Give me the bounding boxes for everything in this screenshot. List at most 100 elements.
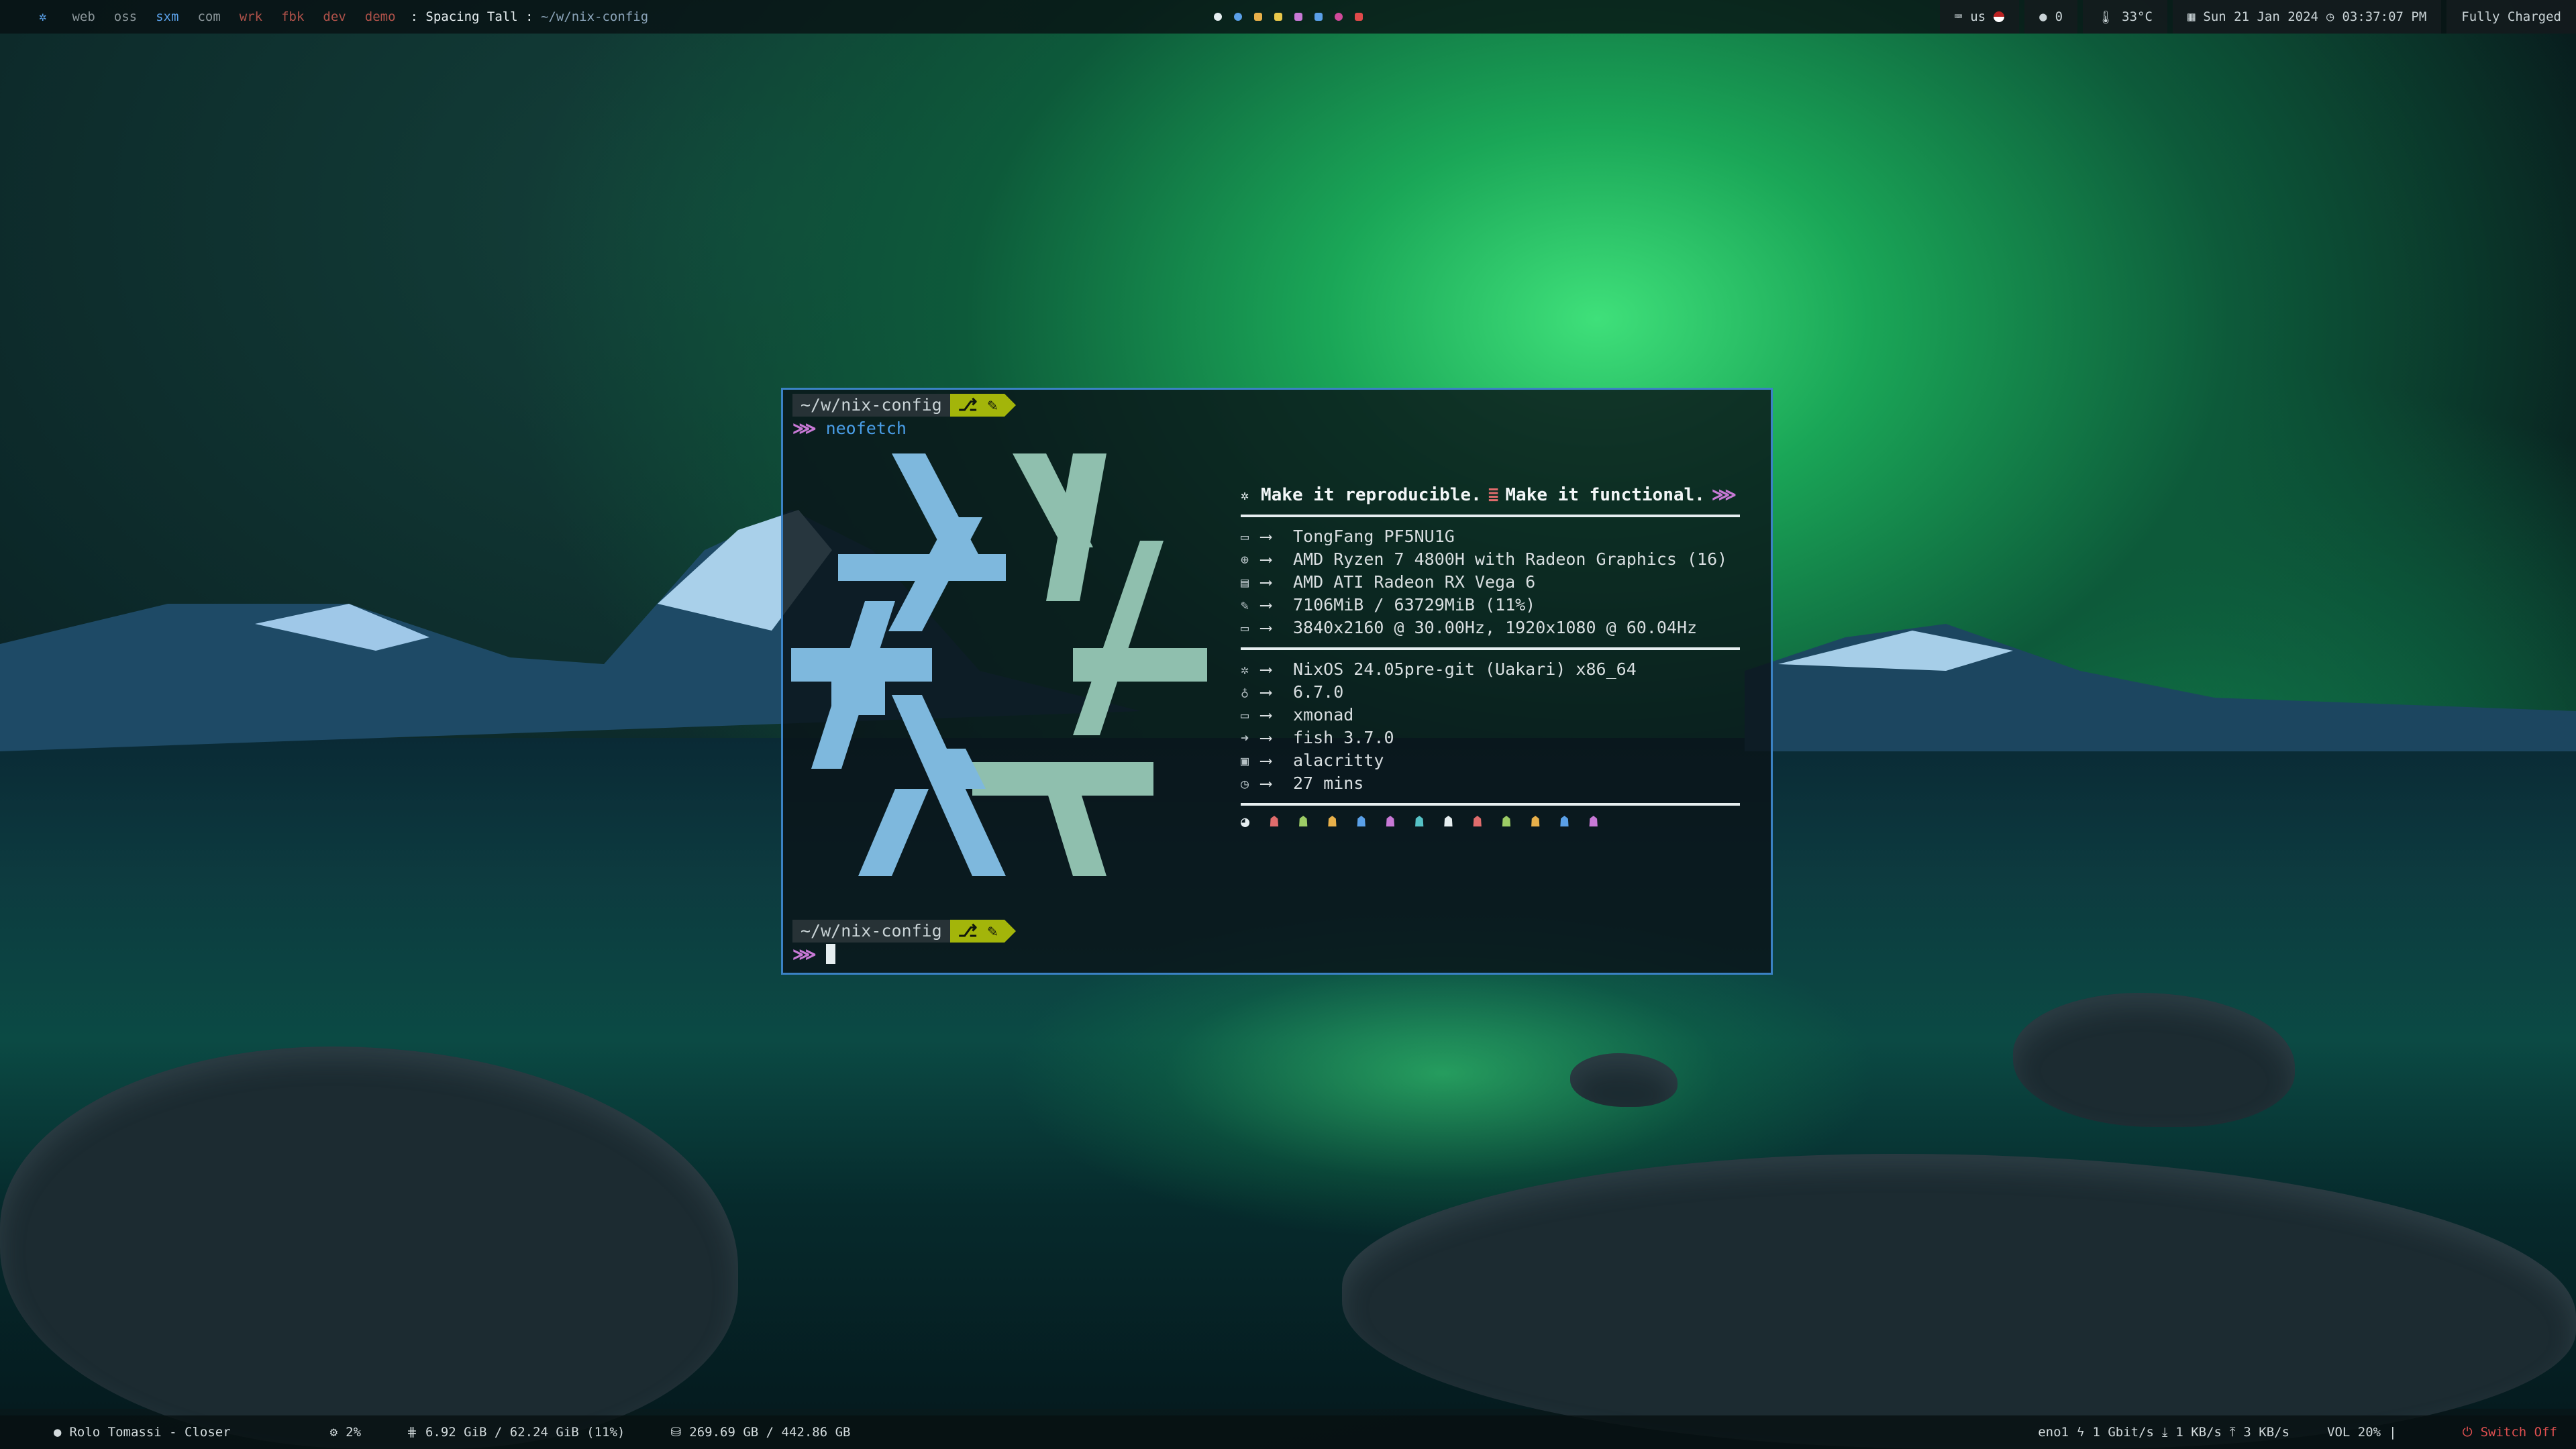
keyboard-icon: ⌨ — [1954, 9, 1963, 24]
command-line: ⋙ neofetch — [792, 417, 907, 439]
volume-widget[interactable]: VOL 20% | — [2308, 1425, 2416, 1440]
info-value: AMD Ryzen 7 4800H with Radeon Graphics (… — [1293, 549, 1728, 569]
memory-icon: ✎ — [1241, 597, 1249, 613]
download-icon: ⤓ — [2161, 1425, 2168, 1440]
ghost-icon: ☗ — [1357, 814, 1366, 830]
network-widget[interactable]: eno1 ϟ 1 Gbit/s ⤓ 1 KB/s ⤒ 3 KB/s — [2019, 1425, 2308, 1440]
command-text: neofetch — [825, 418, 907, 438]
info-value: fish 3.7.0 — [1293, 728, 1394, 747]
arrow-icon: ⟶ — [1261, 527, 1272, 546]
os-icon: ✲ — [1241, 661, 1249, 678]
info-row: ✎ ⟶ 7106MiB / 63729MiB (11%) — [1241, 594, 1751, 616]
tray-icon[interactable] — [1354, 13, 1363, 21]
arrow-icon: ⟶ — [1261, 705, 1272, 724]
arrow-icon: ⟶ — [1261, 773, 1272, 793]
hardware-list: ▭ ⟶ TongFang PF5NU1G ⊕ ⟶ AMD Ryzen 7 4800H wi… — [1241, 525, 1751, 639]
memory-widget: ⋕ 6.92 GiB / 62.24 GiB (11%) — [407, 1425, 625, 1440]
music-icon: ● — [54, 1425, 62, 1440]
system-info: ✲ Make it reproducible. ≣ Make it functi… — [1241, 484, 1751, 830]
color-palette: ◕ ☗ ☗ ☗ ☗ ☗ ☗ ☗ ☗ ☗ ☗ ☗ ☗ — [1241, 814, 1751, 830]
info-value: 6.7.0 — [1293, 682, 1344, 702]
ghost-icon: ☗ — [1414, 814, 1424, 830]
tray-icon[interactable] — [1253, 13, 1262, 21]
ghost-icon: ☗ — [1298, 814, 1308, 830]
keyboard-layout[interactable]: ⌨ us — [1939, 0, 2020, 34]
separator-icon: ≣ — [1488, 485, 1499, 505]
kernel-icon: ♁ — [1241, 684, 1249, 700]
terminal-window[interactable]: ~/w/nix-config ⎇ ✎ ⋙ neofetch ✲ Make it … — [781, 388, 1773, 975]
clock-widget[interactable]: ▦ Sun 21 Jan 2024 ◷ 03:37:07 PM — [2172, 0, 2442, 34]
tray-icon[interactable] — [1274, 13, 1282, 21]
workspace-list: web oss sxm com wrk fbk dev demo — [56, 9, 405, 24]
software-list: ✲ ⟶ NixOS 24.05pre-git (Uakari) x86_64 ♁ ⟶ 6.… — [1241, 658, 1751, 795]
workspace-demo[interactable]: demo — [356, 9, 405, 24]
info-row: ▤ ⟶ AMD ATI Radeon RX Vega 6 — [1241, 571, 1751, 594]
workspace-com[interactable]: com — [188, 9, 229, 24]
info-row: ✲ ⟶ NixOS 24.05pre-git (Uakari) x86_64 — [1241, 658, 1751, 681]
git-branch-icon: ⎇ ✎ — [949, 394, 1016, 417]
arrow-icon: ⟶ — [1261, 595, 1272, 614]
info-row: ◷ ⟶ 27 mins — [1241, 772, 1751, 795]
info-value: 7106MiB / 63729MiB (11%) — [1293, 595, 1536, 614]
calendar-icon: ▦ — [2187, 9, 2196, 24]
workspace-web[interactable]: web — [62, 9, 104, 24]
ghost-icon: ☗ — [1589, 814, 1598, 830]
info-value: AMD ATI Radeon RX Vega 6 — [1293, 572, 1536, 592]
tray-icon[interactable] — [1233, 13, 1242, 21]
tray-icon[interactable] — [1294, 13, 1302, 21]
prompt-path: ~/w/nix-config — [792, 920, 950, 943]
arrow-icon: ⟶ — [1261, 751, 1272, 770]
info-row: ▭ ⟶ TongFang PF5NU1G — [1241, 525, 1751, 548]
tray-icon[interactable] — [1213, 13, 1222, 21]
git-branch-icon: ⎇ ✎ — [949, 920, 1016, 943]
lightning-icon: ϟ — [2076, 1425, 2085, 1440]
power-button[interactable]: ⏻ Switch Off — [2416, 1425, 2576, 1440]
disk-icon: ⛁ — [670, 1425, 682, 1440]
bottom-right-status: eno1 ϟ 1 Gbit/s ⤓ 1 KB/s ⤒ 3 KB/s VOL 20… — [2019, 1415, 2576, 1449]
ghost-icon: ☗ — [1386, 814, 1395, 830]
workspace-sxm[interactable]: sxm — [146, 9, 188, 24]
ghost-icon: ☗ — [1270, 814, 1279, 830]
display-icon: ▭ — [1241, 620, 1249, 636]
uptime-icon: ◷ — [1241, 775, 1249, 792]
workspace-oss[interactable]: oss — [105, 9, 146, 24]
music-widget[interactable]: ● Rolo Tomassi - Closer — [0, 1425, 250, 1440]
ghost-icon: ☗ — [1473, 814, 1482, 830]
layout-label: : Spacing Tall : — [410, 9, 541, 24]
cpu-widget: ⚙ 2% — [329, 1425, 362, 1440]
bottom-bar: ● Rolo Tomassi - Closer ⚙ 2% ⋕ 6.92 GiB … — [0, 1415, 2576, 1449]
github-notifications[interactable]: ● 0 — [2024, 0, 2078, 34]
thermometer-icon: 🌡 — [2098, 9, 2114, 25]
info-value: xmonad — [1293, 705, 1354, 724]
workspace-wrk[interactable]: wrk — [230, 9, 272, 24]
prompt-chevron-icon: ⋙ — [792, 418, 817, 438]
terminal-icon: ▣ — [1241, 753, 1249, 769]
text-cursor — [825, 944, 835, 964]
info-row: ♁ ⟶ 6.7.0 — [1241, 681, 1751, 704]
volume-divider: | — [2389, 1425, 2397, 1440]
input-line[interactable]: ⋙ — [792, 943, 835, 965]
chevron-icon: ⋙ — [1711, 485, 1737, 505]
tray-icon[interactable] — [1314, 13, 1323, 21]
info-row: ▭ ⟶ xmonad — [1241, 704, 1751, 727]
tray-icon[interactable] — [1334, 13, 1343, 21]
nixos-logo-icon[interactable]: ✲ — [0, 9, 56, 24]
info-row: ⊕ ⟶ AMD Ryzen 7 4800H with Radeon Graphics… — [1241, 548, 1751, 571]
info-row: ➜ ⟶ fish 3.7.0 — [1241, 727, 1751, 749]
ghost-icon: ☗ — [1559, 814, 1569, 830]
arrow-icon: ⟶ — [1261, 549, 1272, 569]
memory-icon: ⋕ — [407, 1425, 417, 1440]
info-value: TongFang PF5NU1G — [1293, 527, 1455, 546]
divider — [1241, 647, 1740, 650]
cpu-icon: ⚙ — [329, 1425, 338, 1440]
info-value: alacritty — [1293, 751, 1384, 770]
wm-icon: ▭ — [1241, 707, 1249, 723]
info-value: 27 mins — [1293, 773, 1364, 793]
workspace-fbk[interactable]: fbk — [272, 9, 313, 24]
prompt-path: ~/w/nix-config — [792, 394, 950, 417]
cpu-icon: ⊕ — [1241, 551, 1249, 568]
laptop-icon: ▭ — [1241, 529, 1249, 545]
power-icon: ⏻ — [2462, 1425, 2473, 1440]
workspace-dev[interactable]: dev — [313, 9, 355, 24]
info-row: ▣ ⟶ alacritty — [1241, 749, 1751, 772]
